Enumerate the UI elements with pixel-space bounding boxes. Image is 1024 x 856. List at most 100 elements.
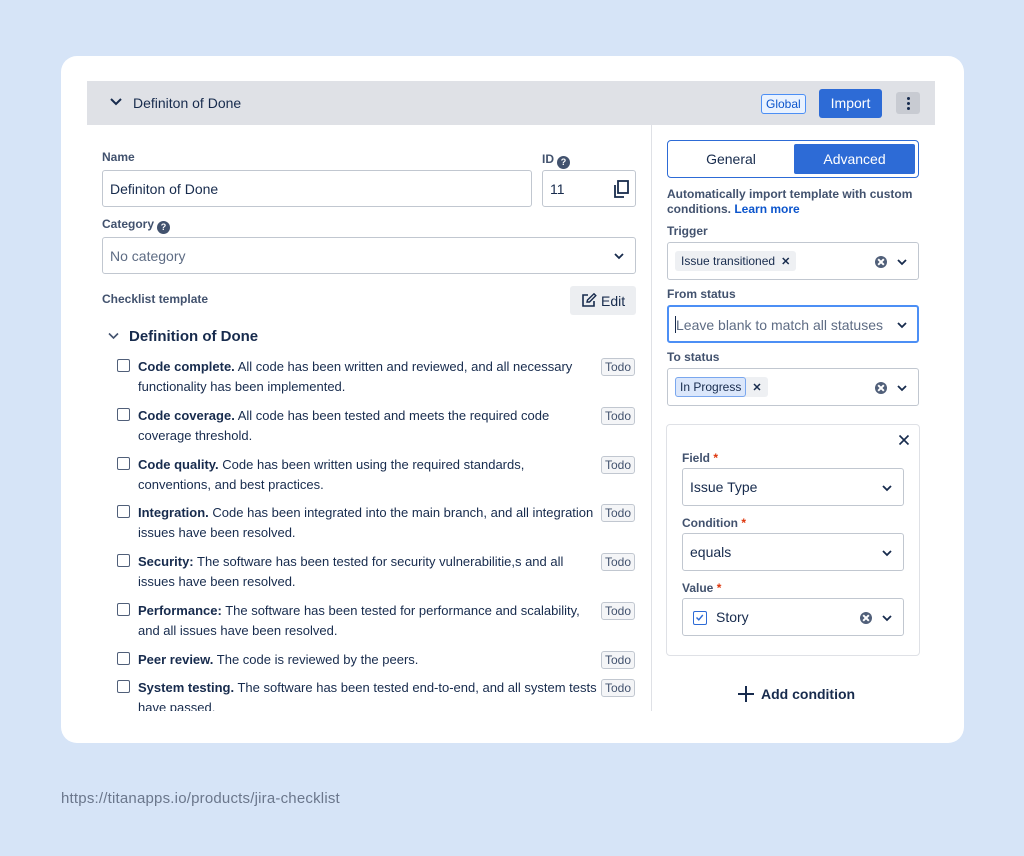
close-icon[interactable] (898, 434, 910, 446)
import-button[interactable]: Import (819, 89, 882, 118)
chip-remove-icon[interactable]: ✕ (781, 256, 790, 268)
item-title: Code quality. (138, 457, 219, 472)
item-checkbox[interactable] (117, 359, 130, 372)
tab-advanced[interactable]: Advanced (794, 144, 915, 174)
item-checkbox[interactable] (117, 652, 130, 665)
status-badge[interactable]: Todo (601, 602, 636, 620)
from-status-select[interactable]: Leave blank to match all statuses (667, 305, 919, 343)
value-value: Story (716, 609, 749, 625)
to-status-chip-label: In Progress (675, 377, 747, 397)
item-checkbox[interactable] (117, 680, 130, 693)
footer-url: https://titanapps.io/products/jira-check… (61, 790, 340, 807)
mode-toggle: General Advanced (667, 140, 919, 178)
tab-general[interactable]: General (669, 144, 793, 174)
name-value: Definiton of Done (110, 181, 219, 197)
category-label-text: Category (102, 217, 155, 231)
item-title: System testing. (138, 680, 235, 695)
more-options-button[interactable] (896, 92, 920, 114)
trigger-select[interactable]: Issue transitioned ✕ (667, 242, 919, 280)
id-label: ID? (542, 152, 570, 169)
condition-select[interactable]: equals (682, 533, 904, 571)
learn-more-link[interactable]: Learn more (734, 202, 799, 216)
clear-icon[interactable] (875, 382, 887, 394)
condition-label-text: Condition (682, 516, 738, 530)
id-input[interactable]: 11 (542, 170, 636, 207)
item-checkbox[interactable] (117, 603, 130, 616)
edit-label: Edit (601, 293, 626, 309)
copy-icon[interactable] (613, 180, 629, 198)
more-dots-icon (907, 97, 910, 100)
status-badge[interactable]: Todo (601, 456, 636, 474)
category-label: Category? (102, 217, 171, 234)
required-mark: * (713, 451, 719, 465)
clear-icon[interactable] (875, 256, 887, 268)
template-header[interactable]: Definiton of Done Global Import (87, 81, 935, 125)
edit-icon (582, 293, 597, 307)
global-badge: Global (761, 94, 806, 114)
name-input[interactable]: Definiton of Done (102, 170, 532, 207)
edit-button[interactable]: Edit (570, 286, 636, 315)
add-condition-label: Add condition (761, 686, 856, 702)
status-badge[interactable]: Todo (601, 504, 636, 522)
status-badge[interactable]: Todo (601, 679, 636, 697)
item-desc: The code is reviewed by the peers. (213, 652, 419, 667)
item-checkbox[interactable] (117, 505, 130, 518)
help-icon[interactable]: ? (557, 156, 570, 169)
to-status-label: To status (667, 350, 720, 364)
chevron-down-icon (614, 253, 624, 260)
item-text: Integration. Code has been integrated in… (138, 503, 598, 543)
name-label: Name (102, 150, 135, 164)
panel-divider (651, 125, 652, 711)
status-badge[interactable]: Todo (601, 358, 636, 376)
item-text: Security: The software has been tested f… (138, 552, 598, 592)
chevron-down-icon[interactable] (108, 332, 119, 340)
template-editor: Definiton of Done Global Import Name Def… (87, 81, 935, 711)
from-status-placeholder: Leave blank to match all statuses (676, 317, 884, 333)
item-checkbox[interactable] (117, 554, 130, 567)
item-text: Code quality. Code has been written usin… (138, 455, 598, 495)
value-label: Value * (682, 581, 721, 595)
chevron-down-icon[interactable] (109, 95, 123, 109)
trigger-label: Trigger (667, 224, 708, 238)
chevron-down-icon (897, 322, 907, 329)
chevron-down-icon (897, 385, 907, 392)
condition-value: equals (690, 544, 732, 560)
help-icon[interactable]: ? (157, 221, 171, 234)
clear-icon[interactable] (860, 612, 872, 624)
condition-card: Field * Issue Type Condition * equals Va… (666, 424, 920, 656)
category-select[interactable]: No category (102, 237, 636, 274)
value-select[interactable]: Story (682, 598, 904, 636)
to-status-select[interactable]: In Progress ✕ (667, 368, 919, 406)
item-text: System testing. The software has been te… (138, 678, 598, 711)
status-badge[interactable]: Todo (601, 553, 636, 571)
checklist-section-title: Definition of Done (129, 328, 259, 345)
item-title: Performance: (138, 603, 222, 618)
item-checkbox[interactable] (117, 408, 130, 421)
item-title: Integration. (138, 505, 209, 520)
to-status-chip: In Progress ✕ (675, 377, 768, 397)
status-badge[interactable]: Todo (601, 651, 636, 669)
template-title: Definiton of Done (133, 95, 242, 111)
item-title: Peer review. (138, 652, 214, 667)
item-text: Performance: The software has been teste… (138, 601, 598, 641)
trigger-chip: Issue transitioned ✕ (675, 251, 797, 271)
item-title: Code coverage. (138, 408, 235, 423)
category-value: No category (110, 248, 186, 264)
chevron-down-icon (882, 485, 892, 492)
field-label-text: Field (682, 451, 711, 465)
item-text: Code complete. All code has been written… (138, 357, 598, 397)
item-checkbox[interactable] (117, 457, 130, 470)
story-icon (693, 611, 707, 625)
advanced-description: Automatically import template with custo… (667, 187, 923, 217)
trigger-chip-label: Issue transitioned (681, 254, 776, 268)
status-badge[interactable]: Todo (601, 407, 636, 425)
item-title: Security: (138, 554, 194, 569)
chip-remove-icon[interactable]: ✕ (752, 382, 761, 394)
chevron-down-icon (882, 615, 892, 622)
id-value: 11 (550, 181, 565, 197)
field-select[interactable]: Issue Type (682, 468, 904, 506)
required-mark: * (716, 581, 722, 595)
item-desc: The software has been tested for securit… (138, 554, 564, 589)
id-label-text: ID (542, 152, 554, 166)
required-mark: * (741, 516, 746, 530)
